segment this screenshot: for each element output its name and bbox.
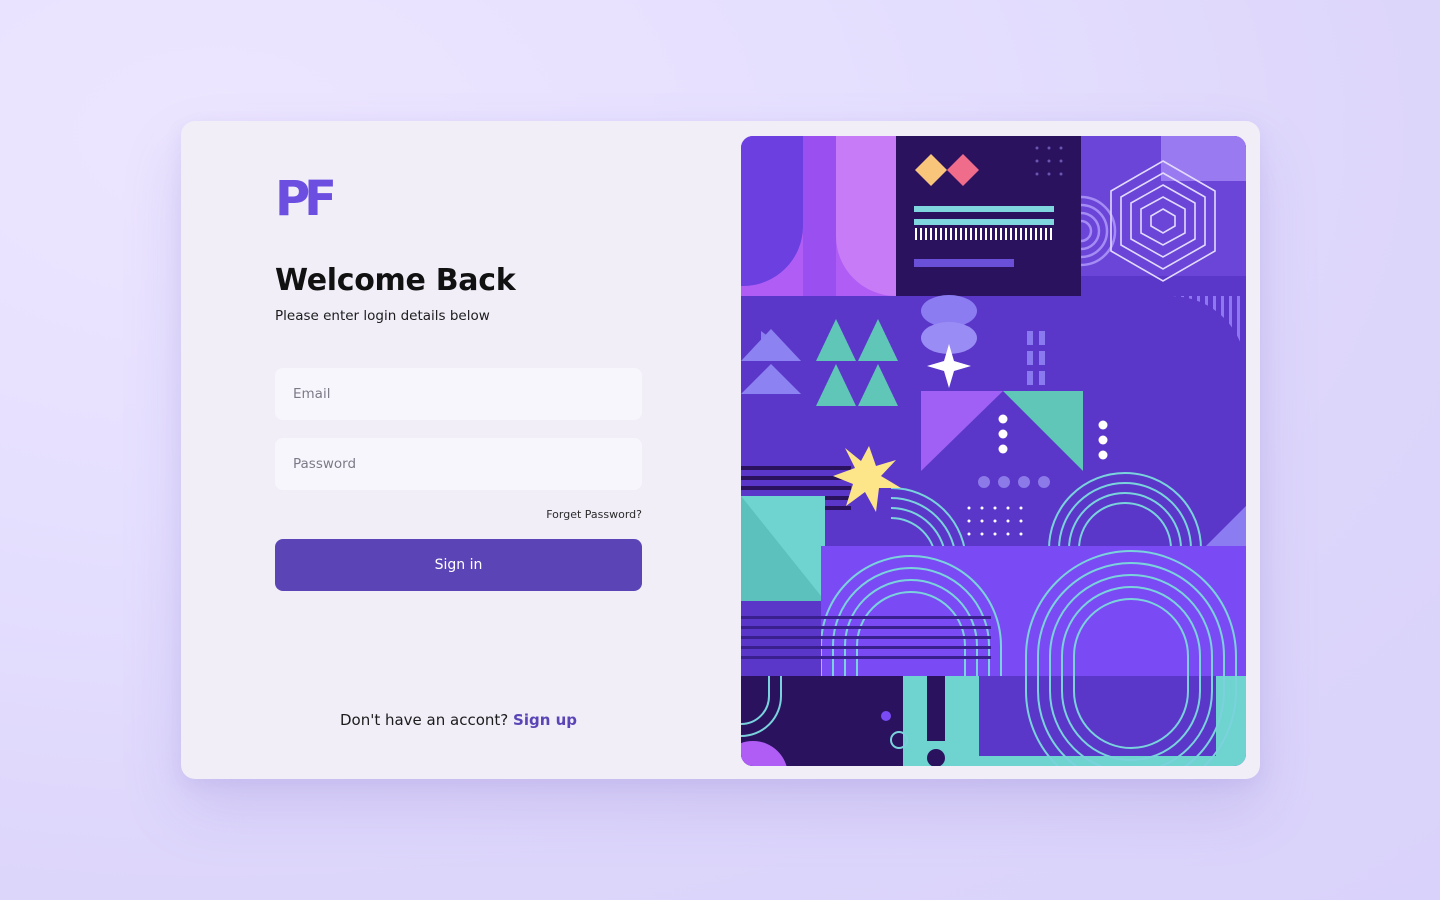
email-field[interactable] (275, 368, 642, 420)
geometric-pattern-art (741, 136, 1246, 766)
signup-prompt: Don't have an accont? Sign up (275, 711, 642, 729)
decorative-illustration (741, 136, 1246, 766)
password-field[interactable] (275, 438, 642, 490)
pf-logo: PF (275, 171, 335, 219)
page-title: Welcome Back (275, 263, 516, 298)
sign-in-button[interactable]: Sign in (275, 539, 642, 591)
svg-text:PF: PF (275, 171, 333, 219)
login-card: PF Welcome Back Please enter login detai… (181, 121, 1260, 779)
page-subtitle: Please enter login details below (275, 308, 490, 324)
forgot-password-link[interactable]: Forget Password? (481, 508, 642, 521)
no-account-text: Don't have an accont? (339, 711, 509, 729)
sign-up-link[interactable]: Sign up (513, 711, 577, 729)
